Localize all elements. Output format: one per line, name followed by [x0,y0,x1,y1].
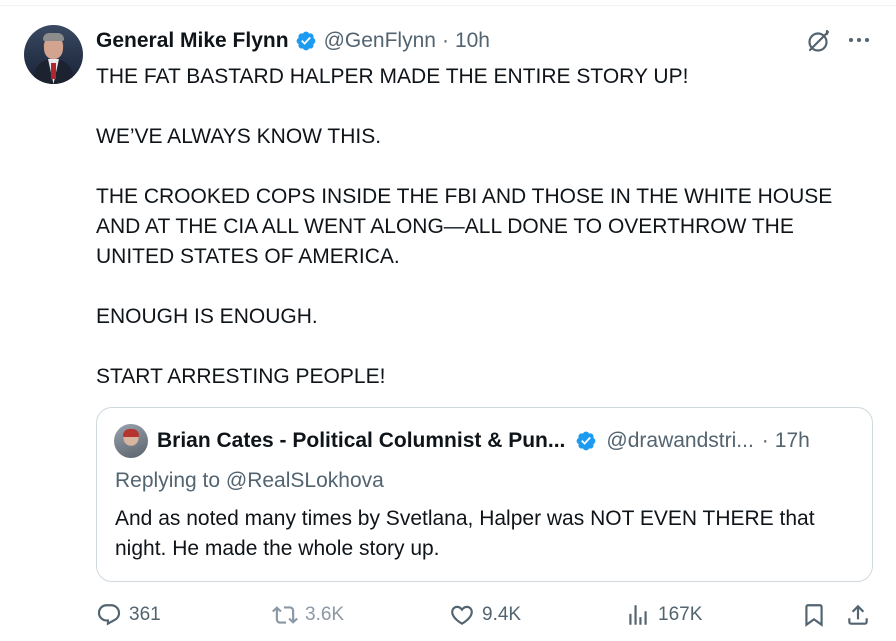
author-avatar[interactable] [24,25,83,84]
verified-badge-icon [575,430,597,452]
verified-badge-icon[interactable] [295,30,317,52]
repost-icon [272,606,298,624]
tweet-paragraph: THE CROOKED COPS INSIDE THE FBI AND THOS… [96,185,833,268]
quoted-author-handle: @drawandstri... [606,429,754,452]
views-count: 167K [658,604,703,625]
repost-button[interactable]: 3.6K [272,598,344,632]
quoted-header-separator: · [761,429,769,452]
author-handle[interactable]: @GenFlynn [324,29,436,53]
avatar-tie [51,63,56,79]
like-button[interactable]: 9.4K [449,598,521,632]
action-bar: 361 3.6K 9.4K 167K [0,598,896,632]
quoted-tweet-text: And as noted many times by Svetlana, Hal… [115,507,815,560]
replying-to: Replying to @RealSLokhova [115,469,384,492]
top-divider [0,0,896,6]
bookmark-icon [805,604,823,627]
repost-count: 3.6K [305,604,345,625]
share-icon [848,604,868,625]
like-count: 9.4K [482,604,522,625]
views-button[interactable]: 167K [625,598,702,632]
avatar-cap [123,429,139,437]
author-name[interactable]: General Mike Flynn [96,29,289,53]
share-button[interactable] [845,598,871,632]
more-icon[interactable] [847,32,871,48]
tweet-paragraph: ENOUGH IS ENOUGH. [96,305,318,328]
reply-icon [97,604,121,626]
quoted-author-name: Brian Cates - Political Columnist & Pun.… [157,429,566,452]
tweet-header: General Mike Flynn @GenFlynn · 10h [96,28,490,54]
quoted-tweet-header: Brian Cates - Political Columnist & Pun.… [157,427,810,455]
header-separator: · [441,29,449,52]
quoted-author-avatar [114,424,148,458]
views-icon [629,605,647,625]
bookmark-button[interactable] [801,598,827,632]
reply-count: 361 [129,604,161,625]
tweet-paragraph: START ARRESTING PEOPLE! [96,365,386,388]
avatar-hair [43,33,64,41]
tweet-paragraph: THE FAT BASTARD HALPER MADE THE ENTIRE S… [96,65,689,88]
tweet-text: THE FAT BASTARD HALPER MADE THE ENTIRE S… [96,62,876,392]
reply-button[interactable]: 361 [96,598,161,632]
quoted-tweet[interactable]: Brian Cates - Political Columnist & Pun.… [96,407,873,582]
quoted-timestamp: 17h [774,429,810,452]
tweet-paragraph: WE’VE ALWAYS KNOW THIS. [96,125,382,148]
heart-icon [451,605,473,625]
tweet-timestamp[interactable]: 10h [455,29,490,53]
grok-icon[interactable] [806,28,832,54]
